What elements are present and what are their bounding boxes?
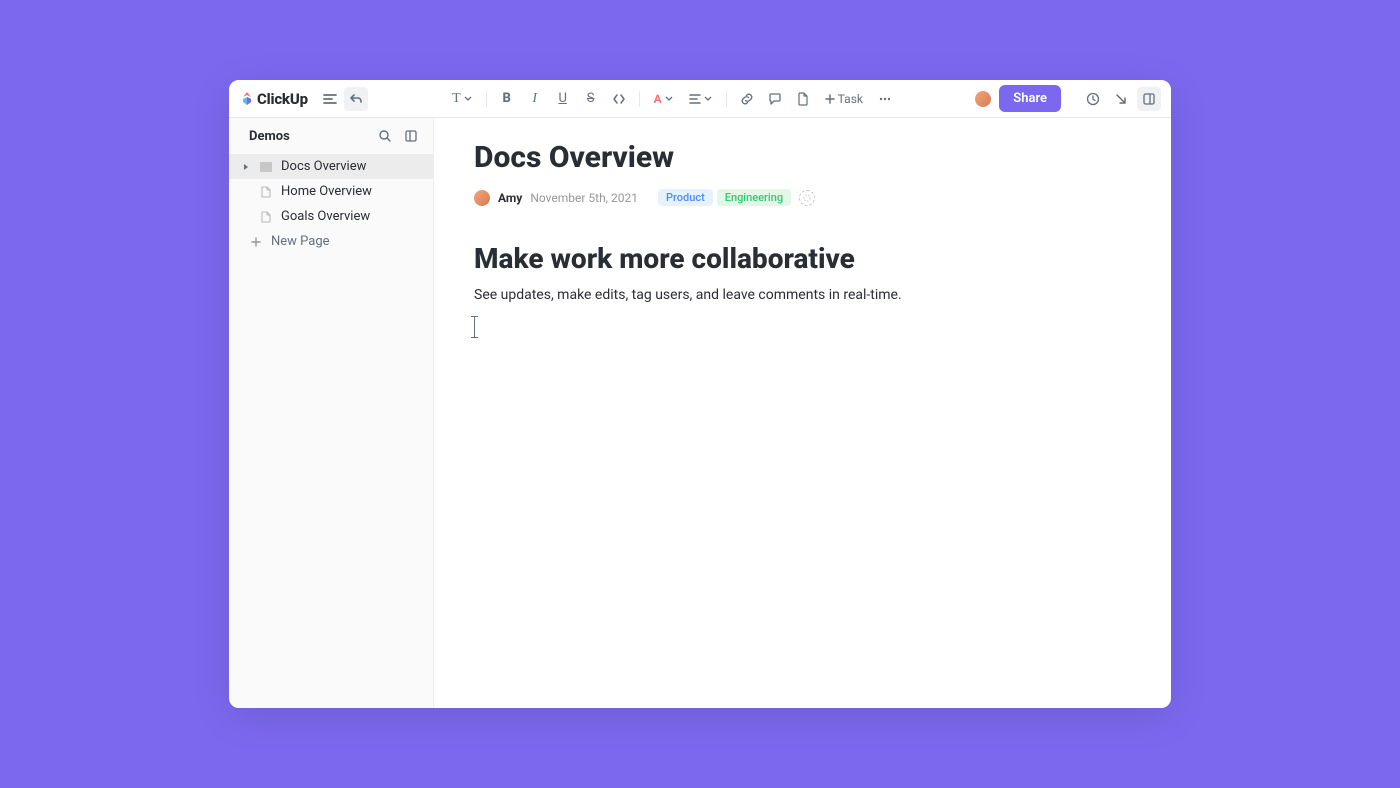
panel-toggle-button[interactable] (1137, 87, 1161, 111)
plus-icon (249, 237, 263, 247)
author-avatar[interactable] (474, 190, 490, 206)
logo-text: ClickUp (257, 90, 308, 108)
comment-button[interactable] (763, 87, 787, 111)
caret-icon (243, 163, 251, 171)
logo-icon (239, 91, 255, 107)
undo-button[interactable] (344, 87, 368, 111)
new-page-label: New Page (271, 234, 330, 249)
menu-button[interactable] (318, 87, 342, 111)
toolbar-formatting: T B I U S A (370, 87, 973, 111)
bold-button[interactable]: B (495, 87, 519, 111)
sidebar-item[interactable]: Docs Overview (229, 154, 433, 179)
separator (726, 91, 727, 107)
sidebar-item[interactable]: Goals Overview (229, 204, 433, 229)
separator (639, 91, 640, 107)
share-button[interactable]: Share (999, 85, 1061, 112)
page-icon (259, 211, 273, 223)
toolbar-right (1081, 87, 1161, 111)
text-style-dropdown[interactable]: T (446, 87, 478, 111)
strikethrough-button[interactable]: S (579, 87, 603, 111)
sidebar-title: Demos (249, 129, 369, 144)
tag[interactable]: Product (658, 189, 713, 206)
sidebar-header: Demos (229, 118, 433, 154)
doc-heading[interactable]: Make work more collaborative (474, 242, 1131, 275)
sidebar-list: Docs Overview Home Overview Goals Overview (229, 154, 433, 229)
user-avatar[interactable] (975, 91, 991, 107)
doc-date: November 5th, 2021 (530, 191, 638, 205)
sidebar-item-label: Docs Overview (281, 159, 366, 174)
underline-button[interactable]: U (551, 87, 575, 111)
italic-button[interactable]: I (523, 87, 547, 111)
code-button[interactable] (607, 87, 631, 111)
body: Demos Docs Overview Home Overview Goals Ov… (229, 118, 1171, 708)
align-button[interactable] (683, 87, 718, 111)
separator (486, 91, 487, 107)
page-button[interactable] (791, 87, 815, 111)
download-button[interactable] (1109, 87, 1133, 111)
sidebar-item[interactable]: Home Overview (229, 179, 433, 204)
history-button[interactable] (1081, 87, 1105, 111)
doc-meta: Amy November 5th, 2021 ProductEngineerin… (474, 189, 1131, 206)
new-page-button[interactable]: New Page (229, 229, 433, 254)
add-task-button[interactable]: Task (819, 87, 869, 111)
sidebar-panel-button[interactable] (401, 126, 421, 146)
author-name: Amy (498, 191, 522, 205)
text-cursor-icon (474, 316, 475, 338)
logo[interactable]: ClickUp (239, 90, 308, 108)
app-window: ClickUp T B I U S A (229, 80, 1171, 708)
sidebar-search-button[interactable] (375, 126, 395, 146)
tag[interactable]: Engineering (717, 189, 791, 206)
page-icon (259, 162, 273, 172)
doc-paragraph[interactable]: See updates, make edits, tag users, and … (474, 285, 1131, 306)
sidebar-item-label: Goals Overview (281, 209, 370, 224)
add-tag-button[interactable] (799, 190, 815, 206)
link-button[interactable] (735, 87, 759, 111)
text-color-button[interactable]: A (648, 87, 679, 111)
more-options-button[interactable] (873, 87, 897, 111)
document[interactable]: Docs Overview Amy November 5th, 2021 Pro… (434, 118, 1171, 708)
sidebar-item-label: Home Overview (281, 184, 372, 199)
sidebar: Demos Docs Overview Home Overview Goals Ov… (229, 118, 434, 708)
toolbar: ClickUp T B I U S A (229, 80, 1171, 118)
page-icon (259, 186, 273, 198)
doc-title[interactable]: Docs Overview (474, 140, 1131, 175)
